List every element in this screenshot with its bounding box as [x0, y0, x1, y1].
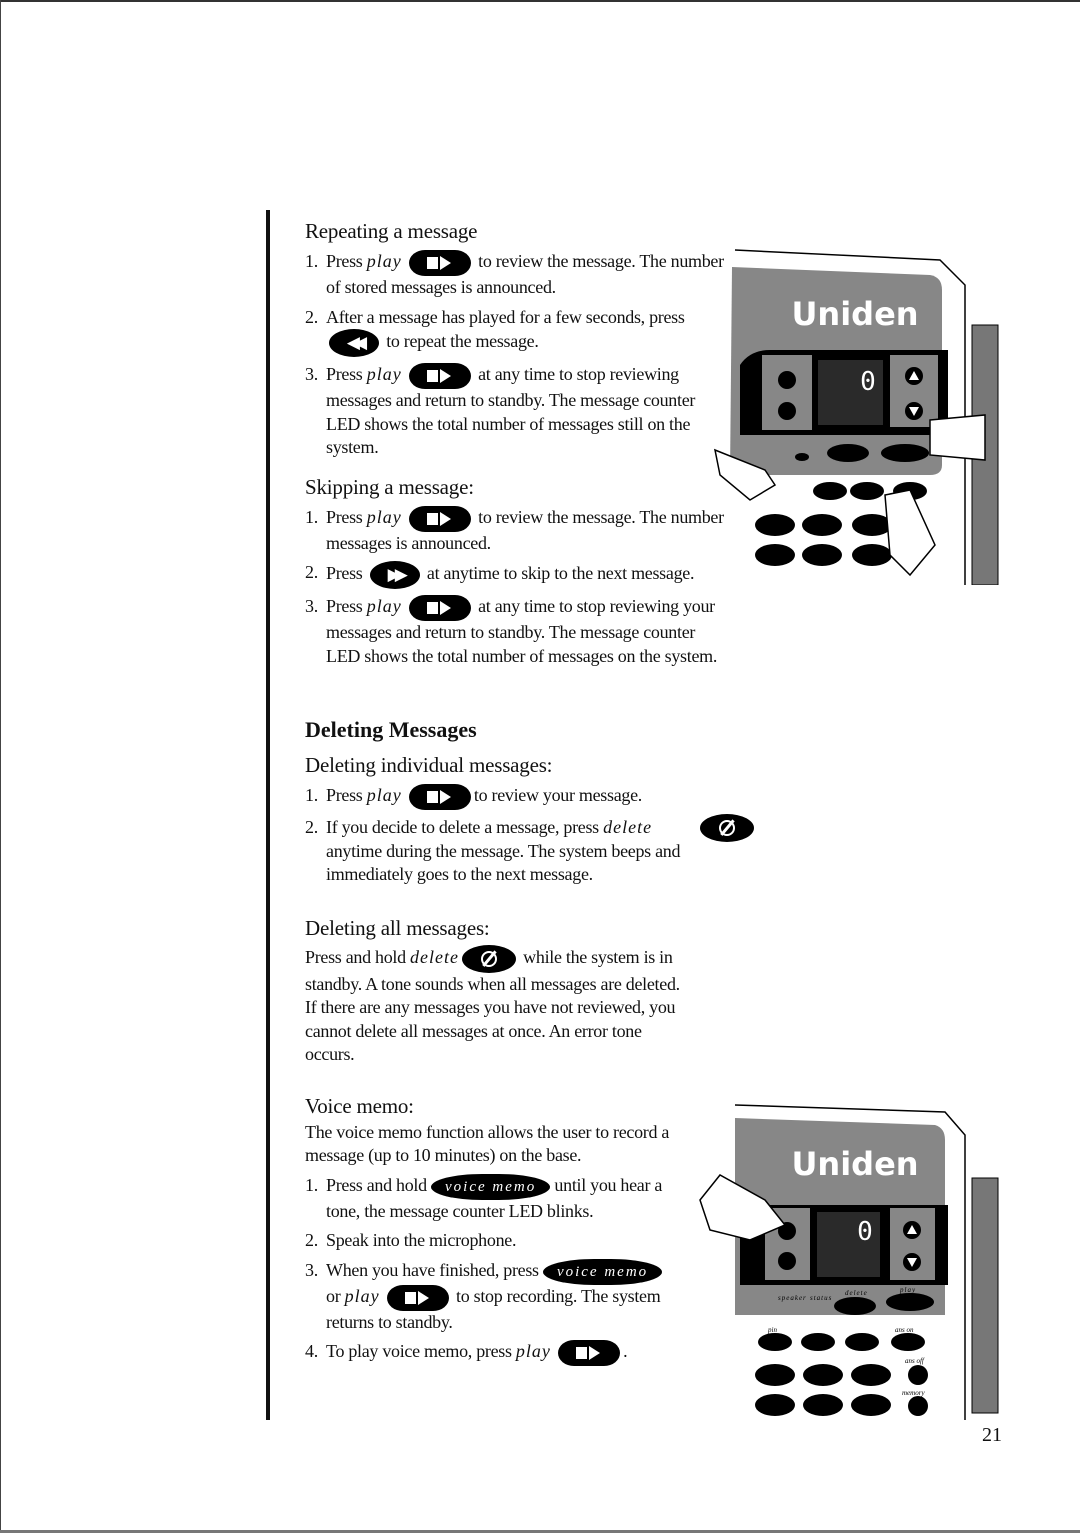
play-key-label: play: [366, 251, 402, 272]
deleting-all-heading: Deleting all messages:: [305, 915, 490, 940]
skipping-steps: 1. Press play to review the message. The …: [305, 505, 725, 669]
voice-memo-button-icon: voice memo: [542, 1258, 663, 1285]
voice-memo-intro: The voice memo function allows the user …: [305, 1121, 670, 1166]
phone-illustration-bottom: Uniden 0 speaker status delete play pin …: [699, 1104, 999, 1420]
skipping-step-1: 1. Press play to review the message. The …: [305, 505, 724, 553]
ans-on-label: ans on: [895, 1326, 914, 1334]
brand-logo: Uniden: [791, 295, 918, 333]
play-button-icon: [408, 250, 471, 276]
manual-content: Repeating a message 1. Press play to revi…: [305, 218, 754, 1366]
keypad-key: [755, 544, 795, 566]
play-label: play: [899, 1286, 916, 1294]
play-key: [886, 1293, 934, 1311]
voice-memo-step-1: 1. Press and hold voice memo until you he…: [305, 1173, 663, 1221]
greeting-key: [778, 1252, 796, 1270]
deleting-step-2: 2. If you decide to delete a message, pre…: [305, 814, 754, 887]
keypad-key: [755, 1364, 795, 1386]
keypad-key: [852, 544, 892, 566]
keypad-key: [802, 544, 842, 566]
keypad-key: [802, 514, 842, 536]
page-border-left: [0, 0, 1, 1533]
rewind-key: [801, 1333, 835, 1351]
play-button-icon: [408, 363, 471, 389]
margin-rule: [266, 210, 270, 1420]
memory-key: [908, 1396, 928, 1416]
play-button-icon: [408, 595, 471, 621]
voice-memo-steps: 1. Press and hold voice memo until you he…: [305, 1173, 725, 1366]
deleting-individual-steps: 1. Press play to review your message. 2. I…: [305, 784, 754, 887]
ans-off-label: ans off: [905, 1357, 925, 1365]
keypad-key: [803, 1394, 843, 1416]
repeating-step-3: 3. Press play at any time to stop reviewi…: [305, 363, 696, 457]
brand-logo: Uniden: [791, 1145, 918, 1183]
play-button-icon: [386, 1284, 449, 1311]
greeting-key: [778, 402, 796, 420]
fast-forward-key: [850, 482, 884, 500]
keypad-key: [851, 1394, 891, 1416]
delete-key: [834, 1297, 876, 1315]
memory-label: memory: [902, 1389, 925, 1397]
ans-off-key: [908, 1365, 928, 1385]
antenna: [971, 1177, 999, 1414]
led-counter: 0: [857, 1217, 873, 1247]
play-button-icon: [408, 505, 471, 532]
deleting-individual-heading: Deleting individual messages:: [305, 753, 553, 777]
play-button-icon: [558, 1340, 621, 1366]
play-button-icon: [408, 784, 471, 810]
rewind-key: [813, 482, 847, 500]
delete-key: [827, 444, 869, 462]
repeating-step-1: 1. Press play to review the message. The …: [305, 250, 724, 297]
keypad-key: [803, 1364, 843, 1386]
keypad-key: [852, 514, 892, 536]
delete-button-icon: [461, 944, 516, 973]
deleting-all-paragraph: Press and hold delete while the system i…: [305, 944, 695, 1067]
fast-forward-key: [845, 1333, 879, 1351]
keypad-key: [851, 1364, 891, 1386]
repeating-steps: 1. Press play to review the message. The …: [305, 250, 725, 460]
deleting-step-1: 1. Press play to review your message.: [305, 784, 725, 810]
pointing-hand-icon: [929, 414, 986, 461]
repeating-heading: Repeating a message: [305, 219, 478, 243]
page-border-top: [0, 0, 1080, 2]
keypad-key: [755, 514, 795, 536]
voice-memo-step-4: 4. To play voice memo, press play .: [305, 1340, 725, 1366]
speaker-label: speaker: [778, 1294, 807, 1302]
voice-memo-heading: Voice memo:: [305, 1093, 414, 1118]
ans-on-key: [891, 1333, 925, 1351]
voice-memo-button-icon: voice memo: [431, 1173, 551, 1200]
fast-forward-button-icon: ▶▶: [369, 561, 420, 589]
skipping-heading: Skipping a message:: [305, 474, 474, 499]
repeating-step-2: 2. After a message has played for a few s…: [305, 306, 725, 357]
deleting-section-title: Deleting Messages: [305, 717, 477, 742]
led-counter: 0: [860, 367, 876, 397]
voice-memo-step-2: 2. Speak into the microphone.: [305, 1230, 517, 1250]
voice-memo-step-3: 3. When you have finished, press voice me…: [305, 1258, 663, 1332]
status-label: status: [810, 1294, 832, 1302]
skipping-step-3: 3. Press play at any time to stop reviewi…: [305, 595, 718, 666]
delete-label: delete: [845, 1289, 868, 1297]
page-number: 21: [982, 1424, 1002, 1446]
play-key: [881, 444, 929, 462]
voice-memo-key: [778, 371, 796, 389]
keypad-key: [755, 1394, 795, 1416]
delete-button-icon: [700, 814, 754, 842]
pin-label: pin: [767, 1326, 777, 1334]
rewind-button-icon: ◀◀: [329, 329, 379, 357]
phone-illustration-top: Uniden 0: [713, 249, 999, 585]
pointing-hand-icon: [884, 489, 936, 577]
skipping-step-2: 2. Press ▶▶ at anytime to skip to the nex…: [305, 561, 725, 589]
pin-key: [758, 1333, 792, 1351]
status-led: [795, 453, 809, 461]
